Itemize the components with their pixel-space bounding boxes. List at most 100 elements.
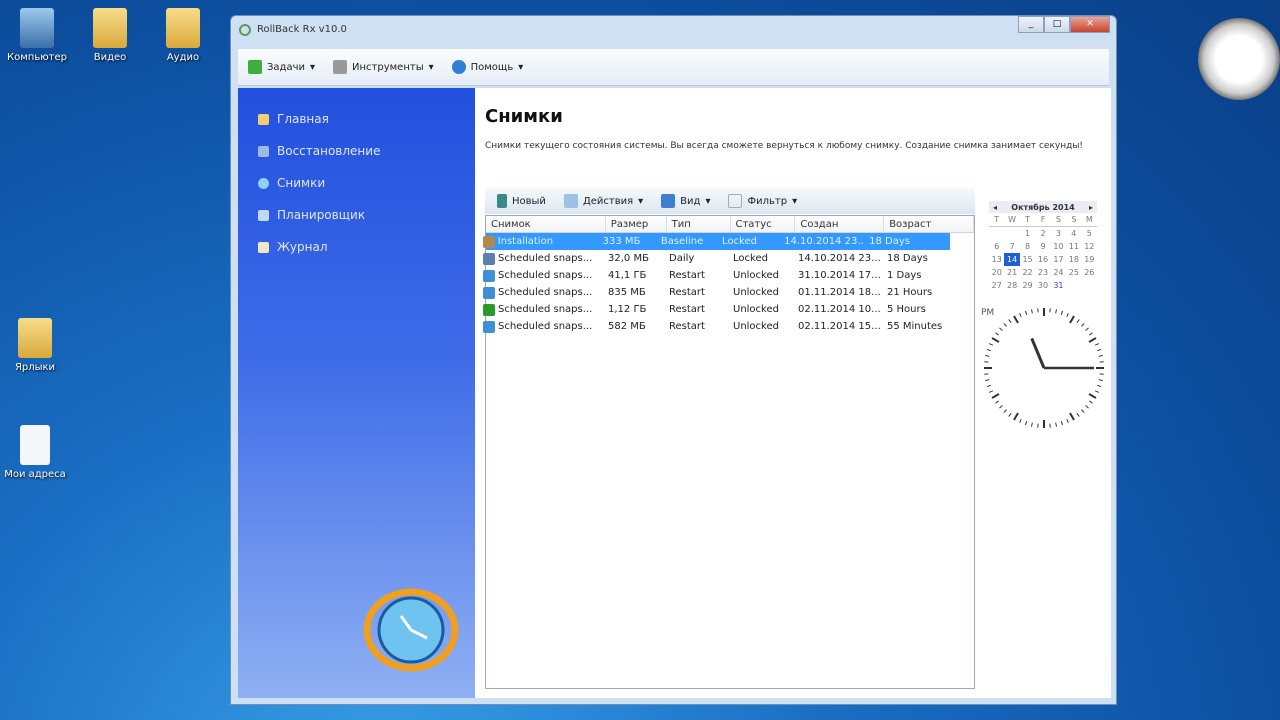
filter-icon <box>728 194 743 208</box>
desktop-icon-addresses[interactable]: Мои адреса <box>0 425 70 480</box>
calendar-day[interactable]: 10 <box>1051 240 1066 253</box>
calendar-day[interactable]: 23 <box>1035 266 1050 279</box>
desktop-icon-audio[interactable]: Аудио <box>148 8 218 63</box>
weekday-label: S <box>1071 215 1077 224</box>
clock: PM <box>981 306 1106 430</box>
calendar-day[interactable]: 8 <box>1020 240 1035 253</box>
button-label: Действия <box>582 195 634 207</box>
calendar-day[interactable]: 15 <box>1020 253 1035 266</box>
minimize-button[interactable]: _ <box>1018 16 1044 33</box>
cpu-meter-gadget[interactable] <box>1198 18 1280 100</box>
calendar-day[interactable]: 29 <box>1020 279 1035 292</box>
log-icon <box>258 241 269 253</box>
desktop-icon-video[interactable]: Видео <box>75 8 145 63</box>
sidebar-item-restore[interactable]: Восстановление <box>258 144 380 158</box>
calendar-day[interactable]: 2 <box>1035 227 1050 240</box>
actions-button[interactable]: Действия ▾ <box>563 194 643 208</box>
calendar-day[interactable]: 26 <box>1082 266 1097 279</box>
column-header[interactable]: Создан <box>795 216 885 232</box>
table-cell: 32,0 МБ <box>608 253 649 264</box>
sidebar-item-label: Планировщик <box>277 208 366 222</box>
menu-tools[interactable]: Инструменты ▾ <box>333 60 434 74</box>
new-button[interactable]: Новый <box>497 194 546 208</box>
snapshot-icon <box>483 235 495 248</box>
sidebar-item-log[interactable]: Журнал <box>258 240 328 254</box>
maximize-button[interactable]: □ <box>1044 16 1070 33</box>
table-cell: 14.10.2014 23... <box>784 236 865 247</box>
desktop-icon-shortcuts[interactable]: Ярлыки <box>0 318 70 373</box>
column-header[interactable]: Размер <box>606 216 667 232</box>
calendar-day[interactable]: 4 <box>1066 227 1081 240</box>
calendar-day[interactable]: 17 <box>1051 253 1066 266</box>
calendar-day[interactable]: 14 <box>1004 253 1020 266</box>
table-cell: Unlocked <box>733 304 779 315</box>
calendar-month: Октябрь 2014 <box>1011 202 1075 212</box>
table-row[interactable]: Scheduled snaps... 32,0 МБ Daily Locked 14.1… <box>483 250 974 267</box>
table-cell: 21 Hours <box>887 287 933 298</box>
table-row[interactable]: Scheduled snaps... 41,1 ГБ Restart Unlocked… <box>483 267 974 284</box>
folder-icon <box>166 8 200 48</box>
table-cell: 1,12 ГБ <box>608 304 647 315</box>
weekday-label: S <box>1055 215 1061 224</box>
calendar-day[interactable]: 20 <box>989 266 1004 279</box>
menu-label: Помощь <box>470 61 514 73</box>
calendar-day[interactable]: 16 <box>1035 253 1050 266</box>
calendar-day[interactable]: 27 <box>989 279 1004 292</box>
table-row[interactable]: Scheduled snaps... 835 МБ Restart Unlocked 0… <box>483 284 974 301</box>
sidebar-item-home[interactable]: Главная <box>258 112 329 126</box>
table-row[interactable]: Installation 333 МБ Baseline Locked 14.10.20… <box>483 233 950 250</box>
column-header[interactable]: Статус <box>731 216 796 232</box>
calendar-day[interactable]: 6 <box>989 240 1004 253</box>
calendar-day[interactable]: 22 <box>1020 266 1035 279</box>
column-header[interactable]: Тип <box>667 216 731 232</box>
filter-button[interactable]: Фильтр ▾ <box>728 194 797 208</box>
calendar-day[interactable]: 28 <box>1004 279 1019 292</box>
table-cell: Scheduled snaps... <box>498 304 593 315</box>
view-icon <box>661 194 676 208</box>
next-month-button[interactable]: ▸ <box>1089 203 1093 212</box>
calendar-day[interactable]: 5 <box>1082 227 1097 240</box>
sidebar-item-label: Журнал <box>277 240 328 254</box>
calendar-day[interactable]: 25 <box>1066 266 1081 279</box>
calendar-day[interactable]: 11 <box>1066 240 1081 253</box>
view-button[interactable]: Вид ▾ <box>661 194 710 208</box>
snapshot-icon <box>483 269 495 282</box>
table-cell: 18 Days <box>869 236 910 247</box>
desktop-icon-label: Видео <box>93 52 127 63</box>
desktop-icon-computer[interactable]: Компьютер <box>2 8 72 63</box>
sidebar-item-scheduler[interactable]: Планировщик <box>258 208 365 222</box>
column-header[interactable]: Возраст <box>884 216 974 232</box>
table-row[interactable]: Scheduled snaps... 582 МБ Restart Unlocked 0… <box>483 318 974 335</box>
calendar-day[interactable]: 13 <box>989 253 1004 266</box>
calendar-day[interactable]: 12 <box>1082 240 1097 253</box>
calendar-day[interactable]: 31 <box>1051 279 1066 292</box>
calendar-day[interactable]: 19 <box>1082 253 1097 266</box>
calendar-day[interactable]: 9 <box>1035 240 1050 253</box>
download-icon <box>248 60 262 74</box>
table-cell: Restart <box>669 321 705 332</box>
close-button[interactable]: ✕ <box>1070 16 1110 33</box>
table-cell: Baseline <box>660 236 704 247</box>
calendar-day[interactable]: 18 <box>1066 253 1081 266</box>
snapshot-list[interactable]: Снимок Размер Тип Статус Создан Возраст Insta… <box>483 215 975 689</box>
calendar-day[interactable]: 7 <box>1004 240 1019 253</box>
calendar-day[interactable]: 24 <box>1051 266 1066 279</box>
prev-month-button[interactable]: ◂ <box>993 203 997 212</box>
title-bar[interactable]: RollBack Rx v10.0 <box>231 16 1116 43</box>
menu-tasks[interactable]: Задачи ▾ <box>248 60 315 74</box>
table-cell: Unlocked <box>733 270 779 281</box>
calendar-day[interactable]: 1 <box>1020 227 1035 240</box>
sidebar-item-snapshots[interactable]: Снимки <box>258 176 325 190</box>
page-title: Снимки <box>485 106 563 127</box>
calendar-day[interactable]: 21 <box>1004 266 1019 279</box>
column-header[interactable]: Снимок <box>486 216 606 232</box>
table-cell: Restart <box>669 287 705 298</box>
menu-help[interactable]: Помощь ▾ <box>451 60 523 74</box>
table-row[interactable]: Scheduled snaps... 1,12 ГБ Restart Unlocked… <box>483 301 974 318</box>
calendar-day[interactable]: 3 <box>1051 227 1066 240</box>
menu-label: Инструменты <box>352 61 424 73</box>
table-cell: Unlocked <box>733 321 779 332</box>
weekday-label: W <box>1008 215 1017 224</box>
calendar-day[interactable]: 30 <box>1035 279 1050 292</box>
snapshot-icon <box>483 252 495 265</box>
